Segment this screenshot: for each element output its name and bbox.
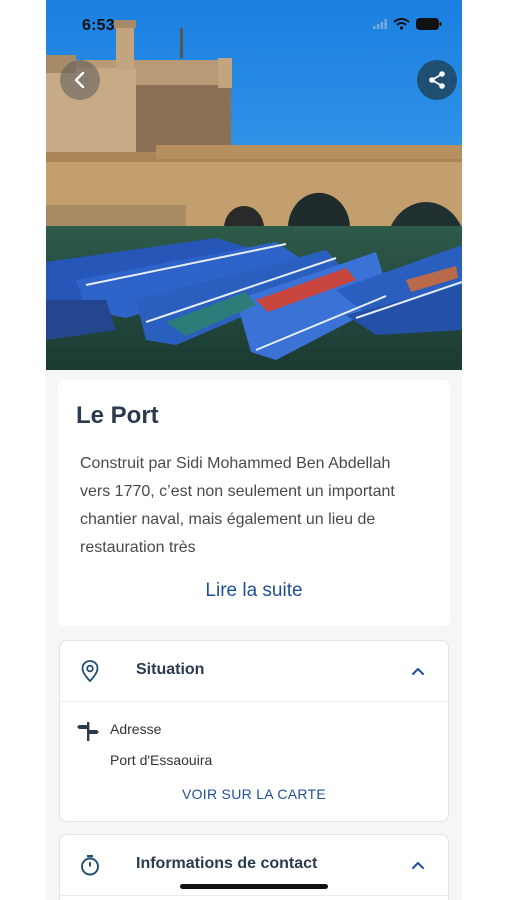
address-label: Adresse (110, 721, 162, 737)
status-time: 6:53 (82, 17, 115, 34)
chevron-left-icon (74, 71, 85, 89)
back-button[interactable] (60, 60, 100, 100)
app-screen: 6:53 Le Port Construit par Sidi Mohammed… (46, 0, 462, 900)
stopwatch-icon (81, 855, 99, 876)
contact-title: Informations de contact (136, 855, 318, 872)
chevron-up-icon[interactable] (410, 663, 426, 679)
situation-title: Situation (136, 661, 205, 678)
hero-photo: 6:53 (46, 0, 462, 370)
status-icons (373, 18, 442, 30)
place-description: Construit par Sidi Mohammed Ben Abdellah… (80, 455, 395, 556)
harbor-photo (46, 0, 462, 370)
share-icon (429, 71, 445, 89)
home-indicator (180, 884, 328, 889)
battery-icon (416, 18, 442, 30)
share-button[interactable] (417, 60, 457, 100)
chevron-up-icon[interactable] (410, 857, 426, 873)
intro-card: Le Port Construit par Sidi Mohammed Ben … (58, 380, 450, 626)
wifi-icon (393, 18, 410, 30)
address-value: Port d'Essaouira (110, 752, 213, 768)
signal-icon (373, 19, 387, 29)
situation-section: Situation Adresse Port d'Essaouira VOIR … (59, 640, 449, 822)
view-on-map-link[interactable]: VOIR SUR LA CARTE (60, 786, 448, 802)
situation-header[interactable]: Situation (60, 641, 448, 702)
contact-section: Informations de contact (59, 834, 449, 900)
read-more-link[interactable]: Lire la suite (58, 580, 450, 602)
location-pin-icon (81, 660, 99, 683)
signpost-icon (77, 722, 99, 741)
page-title: Le Port (76, 402, 159, 429)
